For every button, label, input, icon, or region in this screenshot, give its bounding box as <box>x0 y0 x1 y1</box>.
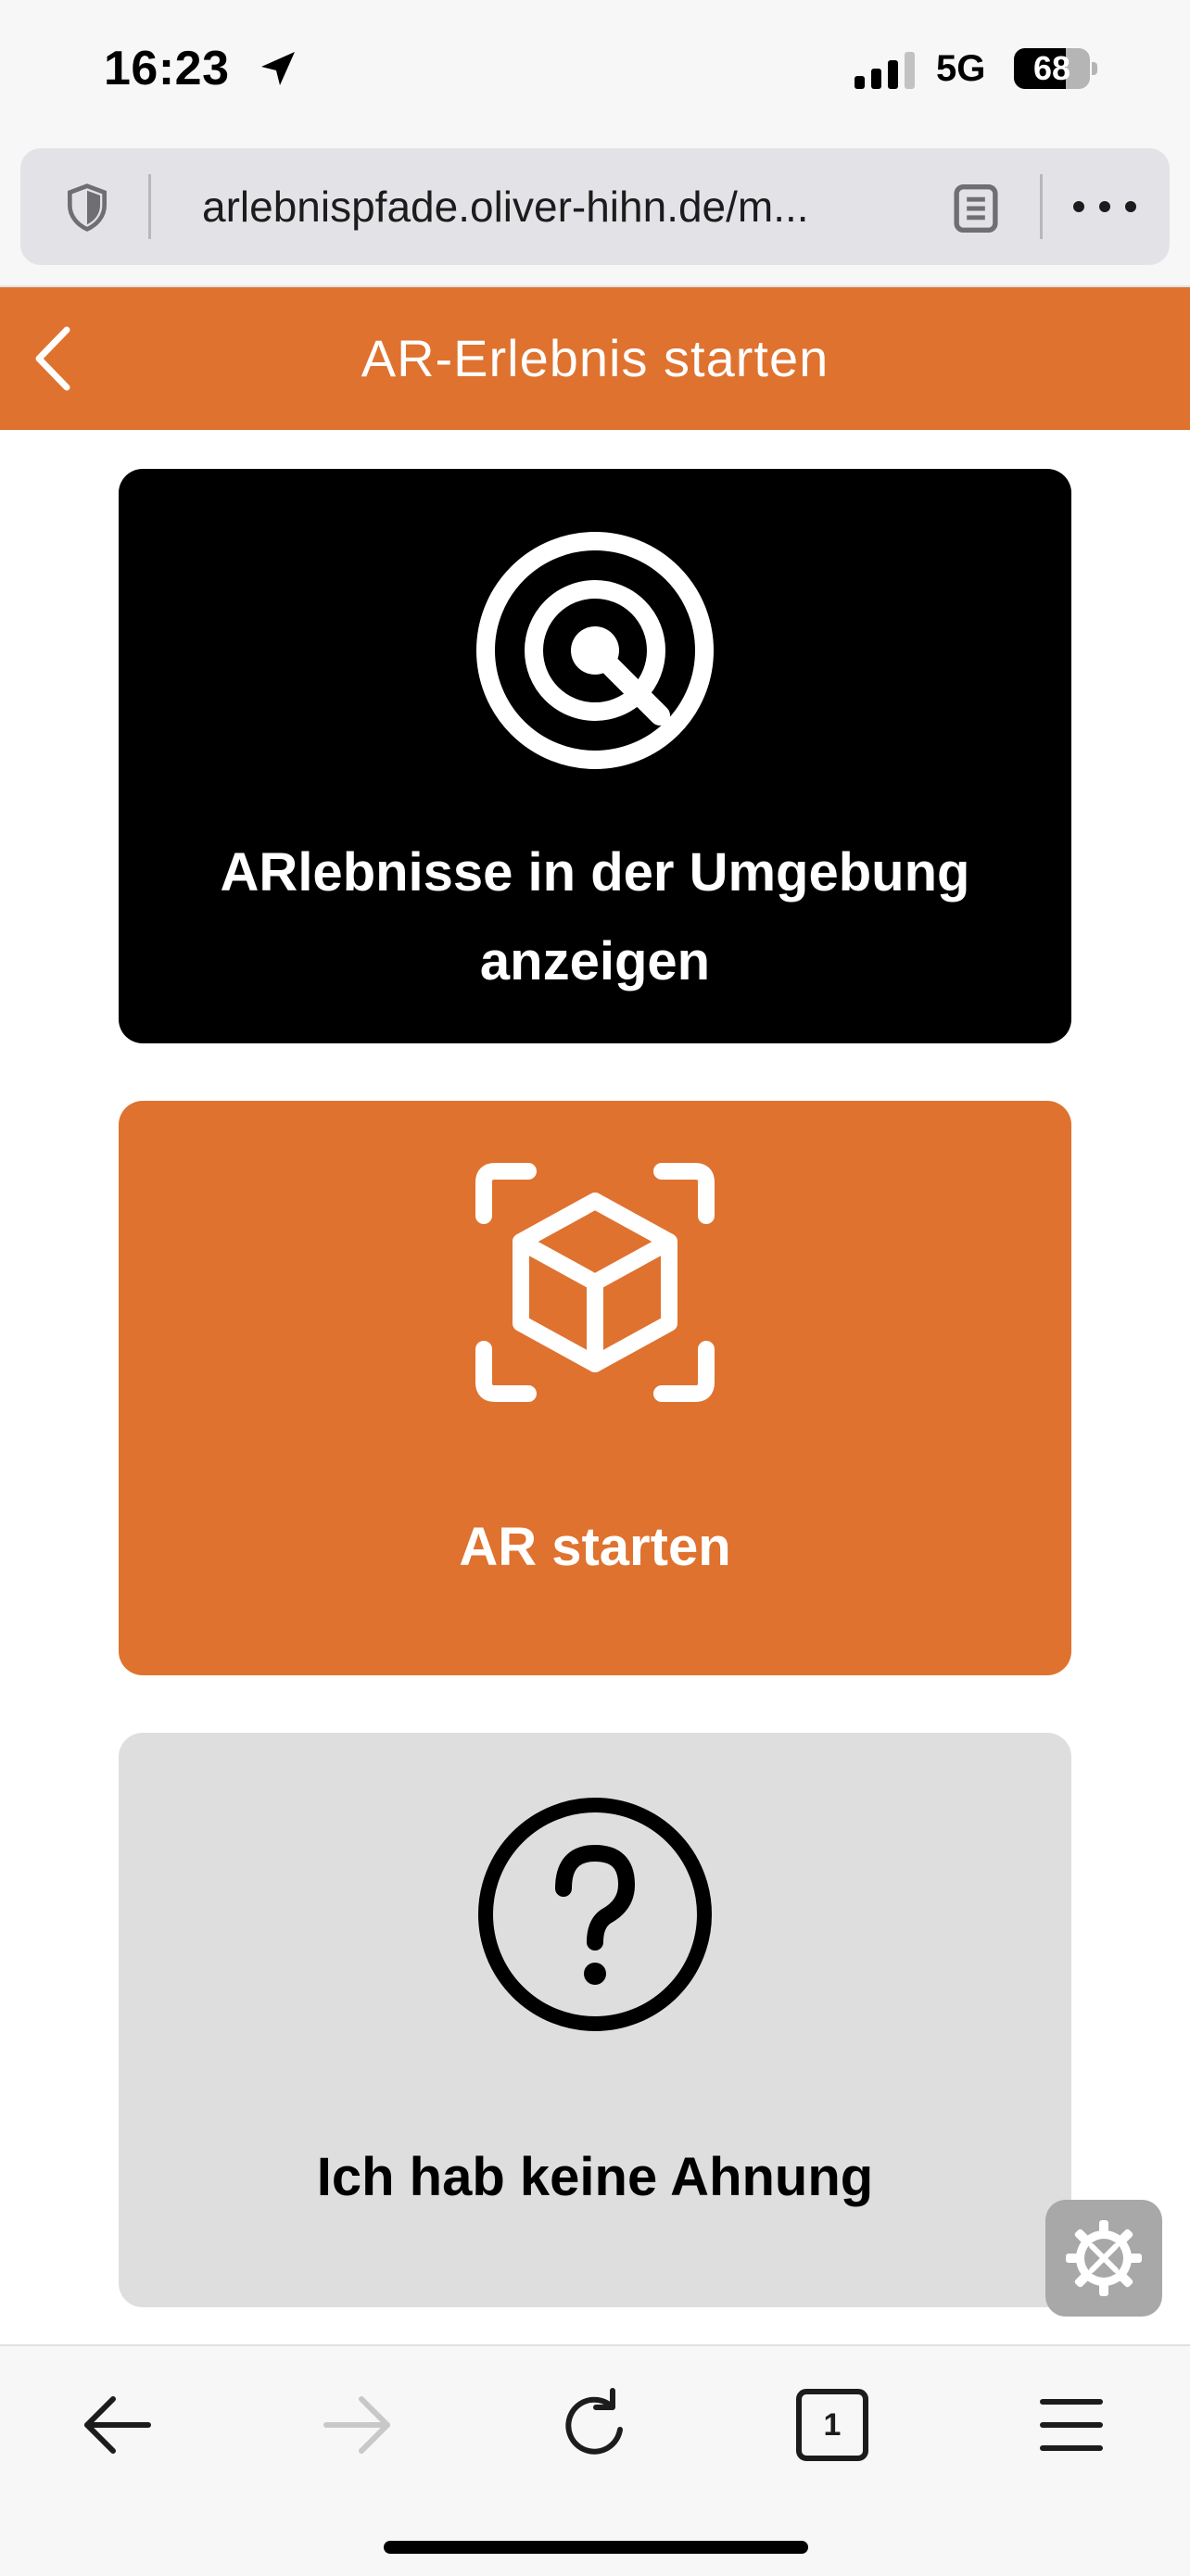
settings-button[interactable] <box>1045 2200 1162 2317</box>
more-options-icon[interactable] <box>1068 193 1142 221</box>
reload-icon[interactable] <box>553 2383 637 2467</box>
radar-search-icon <box>476 532 714 769</box>
signal-icon <box>855 52 915 89</box>
gear-tools-icon <box>1066 2220 1142 2296</box>
browser-toolbar: 1 <box>0 2344 1190 2576</box>
network-type: 5G <box>936 48 986 89</box>
card-label: AR starten <box>459 1517 731 1577</box>
url-text[interactable]: arlebnispfade.oliver-hihn.de/m... <box>202 148 934 265</box>
app-header: AR-Erlebnis starten <box>0 287 1190 430</box>
browser-url-area: arlebnispfade.oliver-hihn.de/m... <box>0 139 1190 287</box>
location-arrow-icon <box>261 52 295 85</box>
hamburger-menu-icon[interactable] <box>1030 2383 1113 2467</box>
back-chevron-icon[interactable] <box>28 324 78 393</box>
no-idea-button[interactable]: Ich hab keine Ahnung <box>119 1733 1071 2307</box>
forward-arrow-icon <box>323 2396 390 2454</box>
tabs-button[interactable]: 1 <box>791 2383 874 2467</box>
battery-percent: 68 <box>1032 49 1071 87</box>
back-arrow-icon[interactable] <box>76 2383 159 2467</box>
question-circle-icon <box>478 1798 712 2031</box>
status-bar: 16:23 5G 68 <box>0 0 1190 139</box>
tab-count: 1 <box>823 2407 842 2443</box>
ar-cube-icon <box>475 1163 715 1402</box>
card-label: ARlebnisse in der Umgebung anzeigen <box>220 842 970 991</box>
reader-mode-icon[interactable] <box>953 183 999 234</box>
status-time: 16:23 <box>104 42 230 95</box>
url-bar[interactable]: arlebnispfade.oliver-hihn.de/m... <box>20 148 1170 265</box>
shield-icon[interactable] <box>61 182 113 234</box>
card-label: Ich hab keine Ahnung <box>316 2147 874 2207</box>
url-divider <box>148 174 151 239</box>
url-divider <box>1040 174 1043 239</box>
home-indicator <box>384 2541 808 2554</box>
ar-start-button[interactable]: AR starten <box>119 1101 1071 1675</box>
nearby-arlebnisse-button[interactable]: ARlebnisse in der Umgebung anzeigen <box>119 469 1071 1043</box>
page-title: AR-Erlebnis starten <box>361 329 829 387</box>
battery-icon: 68 <box>1014 48 1097 89</box>
